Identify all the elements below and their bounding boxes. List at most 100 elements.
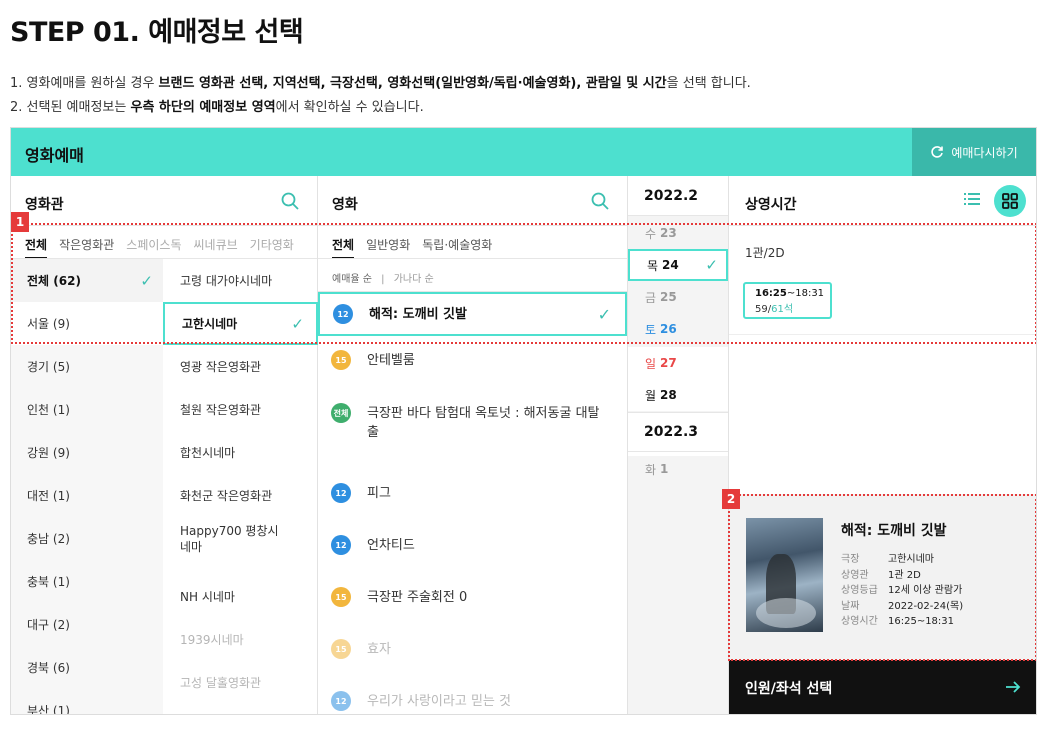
tab-other-cinema[interactable]: 기타영화: [250, 236, 294, 259]
theater-label: 영화관: [25, 197, 64, 213]
reset-booking-button[interactable]: 예매다시하기: [912, 128, 1036, 176]
tab-space-dog[interactable]: 스페이스독: [126, 236, 181, 259]
booking-header: 영화예매 예매다시하기: [11, 128, 1036, 176]
info-movie-title: 해적: 도깨비 깃발: [841, 523, 947, 539]
date-item[interactable]: 토 26: [628, 313, 728, 345]
list-view-icon[interactable]: [964, 192, 980, 206]
movie-item[interactable]: 15 안테벨룸: [318, 336, 627, 384]
info-date: 2022-02-24(목): [888, 600, 964, 612]
step-title: STEP 01. 예매정보 선택: [10, 17, 304, 48]
region-item[interactable]: 서울 (9): [11, 302, 163, 345]
search-icon[interactable]: [591, 192, 609, 210]
movie-item[interactable]: 15 효자: [318, 625, 627, 673]
refresh-icon: [931, 146, 944, 158]
age-rating-badge: 전체: [331, 403, 351, 423]
movie-item-selected[interactable]: 12 해적: 도깨비 깃발: [318, 292, 627, 336]
region-item[interactable]: 대구 (2): [11, 603, 163, 646]
region-item[interactable]: 충북 (1): [11, 560, 163, 603]
movie-title: 피그: [367, 485, 391, 501]
arrow-right-icon: [1006, 681, 1021, 693]
cinema-item[interactable]: 고성 달홀영화관: [163, 661, 318, 704]
tab-general-movie[interactable]: 일반영화: [366, 236, 410, 259]
grid-view-button[interactable]: [994, 185, 1026, 217]
movie-title: 효자: [367, 641, 391, 657]
movie-label: 영화: [332, 197, 358, 213]
sort-by-name[interactable]: 가나다 순: [394, 274, 434, 285]
showtime-end: ~18:31: [786, 288, 825, 299]
showtime-slot[interactable]: 16:25~18:31 59/61석: [743, 282, 832, 319]
age-rating-badge: 15: [331, 350, 351, 370]
theater-brand-tabs: 전체 작은영화관 스페이스독 씨네큐브 기타영화: [25, 236, 294, 259]
cinema-item[interactable]: Happy700 평창시네마: [163, 517, 318, 560]
date-item[interactable]: 월 28: [628, 379, 728, 411]
tab-movie-all[interactable]: 전체: [332, 236, 355, 259]
age-rating-badge: 12: [331, 691, 351, 711]
tab-small-cinema[interactable]: 작은영화관: [59, 236, 114, 259]
region-item[interactable]: 전체 (62): [11, 259, 163, 302]
info-theater: 고한시네마: [888, 554, 934, 565]
highlight-badge-1: 1: [11, 212, 29, 232]
info-time: 16:25~18:31: [888, 616, 955, 627]
description-line-2: 2. 선택된 예매정보는 우측 하단의 예매정보 영역에서 확인하실 수 있습니…: [10, 100, 424, 115]
region-item[interactable]: 경기 (5): [11, 345, 163, 388]
date-item[interactable]: 일 27: [628, 347, 728, 379]
reset-booking-label: 예매다시하기: [951, 145, 1018, 160]
info-rating: 12세 이상 관람가: [888, 585, 963, 596]
movie-header: 영화: [318, 176, 627, 226]
date-item[interactable]: 수 23: [628, 217, 728, 249]
cinema-item[interactable]: 화천군 작은영화관: [163, 474, 318, 517]
movie-item[interactable]: 12 피그: [318, 469, 627, 517]
booking-info-panel: 해적: 도깨비 깃발 극장 고한시네마 상영관 1관 2D 상영등급 12세 이상 관…: [729, 494, 1036, 660]
movie-item[interactable]: 12 우리가 사랑이라고 믿는 것: [318, 677, 627, 714]
highlight-badge-2: 2: [722, 489, 740, 509]
movie-item[interactable]: 12 언차티드: [318, 521, 627, 569]
select-seats-label: 인원/좌석 선택: [745, 681, 833, 697]
tab-indie-art-movie[interactable]: 독립·예술영화: [422, 236, 492, 259]
tab-theater-all[interactable]: 전체: [25, 236, 48, 259]
cinema-item[interactable]: 철원 작은영화관: [163, 388, 318, 431]
region-item[interactable]: 충남 (2): [11, 517, 163, 560]
sort-by-booking-rate[interactable]: 예매율 순: [332, 274, 372, 285]
cinema-item[interactable]: 합천시네마: [163, 431, 318, 474]
age-rating-badge: 12: [333, 304, 353, 324]
select-seats-button[interactable]: 인원/좌석 선택: [729, 660, 1036, 714]
screen-name: 1관/2D: [745, 246, 785, 260]
movie-poster: [746, 518, 823, 632]
movie-title: 극장판 주술회전 0: [367, 589, 468, 605]
region-item[interactable]: 경북 (6): [11, 646, 163, 689]
seats-total: 61석: [771, 304, 794, 315]
info-screen: 1관 2D: [888, 569, 921, 581]
movie-item[interactable]: 15 극장판 주술회전 0: [318, 573, 627, 621]
cinema-item[interactable]: NH 시네마: [163, 575, 318, 618]
theater-header: 영화관: [11, 176, 317, 226]
movie-title: 안테벨룸: [367, 352, 415, 368]
showtime-column: 상영시간 1관/2D 16:25~18:31 59/61석 해적: 도깨비 깃발…: [729, 176, 1036, 714]
movie-item[interactable]: 전체 극장판 바다 탐험대 옥토넛 : 해저동굴 대탈출: [318, 384, 627, 462]
date-item[interactable]: 화1: [628, 453, 728, 485]
region-item[interactable]: 인천 (1): [11, 388, 163, 431]
date-item-selected[interactable]: 목 24: [628, 249, 728, 281]
booking-widget: 영화예매 예매다시하기 영화관 전체 작은영화관 스페이스독 씨네큐브 기타영화…: [10, 127, 1037, 715]
search-icon[interactable]: [281, 192, 299, 210]
booking-title: 영화예매: [25, 146, 84, 165]
movie-title: 언차티드: [367, 537, 415, 553]
cinema-item-selected[interactable]: 고한시네마: [163, 302, 318, 345]
showtime-label: 상영시간: [745, 197, 797, 213]
theater-column: 영화관 전체 작은영화관 스페이스독 씨네큐브 기타영화 전체 (62) 서울 …: [11, 176, 318, 714]
showtime-start: 16:25: [755, 288, 787, 299]
tab-cine-cube[interactable]: 씨네큐브: [194, 236, 238, 259]
date-item[interactable]: 금 25: [628, 281, 728, 313]
month-label: 2022.3: [628, 412, 728, 452]
info-rows: 극장 고한시네마 상영관 1관 2D 상영등급 12세 이상 관람가 날짜 2022-0…: [841, 552, 963, 630]
cinema-item[interactable]: 영광 작은영화관: [163, 345, 318, 388]
movie-type-tabs: 전체 일반영화 독립·예술영화: [332, 236, 492, 259]
movie-column: 영화 전체 일반영화 독립·예술영화 예매율 순 | 가나다 순 12 해적: …: [318, 176, 628, 714]
cinema-item[interactable]: 고령 대가야시네마: [163, 259, 318, 302]
age-rating-badge: 12: [331, 535, 351, 555]
region-item[interactable]: 부산 (1): [11, 689, 163, 714]
region-item[interactable]: 대전 (1): [11, 474, 163, 517]
movie-title: 해적: 도깨비 깃발: [369, 306, 467, 322]
month-label: 2022.2: [628, 176, 728, 216]
cinema-item[interactable]: 1939시네마: [163, 618, 318, 661]
region-item[interactable]: 강원 (9): [11, 431, 163, 474]
